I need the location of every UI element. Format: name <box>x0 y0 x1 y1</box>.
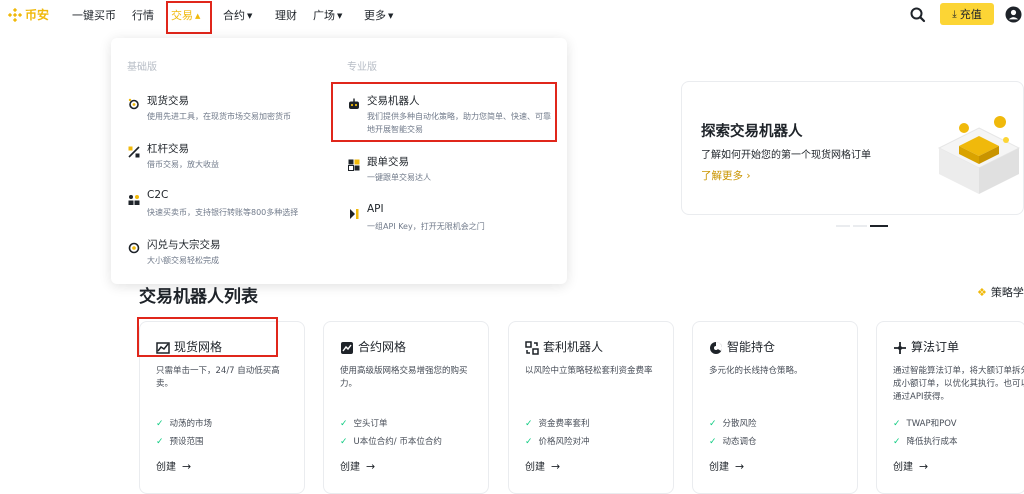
check-icon: ✓ <box>156 437 164 447</box>
check-icon: ✓ <box>340 437 348 447</box>
nav-item-more[interactable]: 更多 ▼ <box>364 7 393 23</box>
menu-item-api[interactable]: API 一组API Key，打开无限机会之门 <box>348 203 558 233</box>
arrow-right-icon: → <box>182 460 192 473</box>
nav-item-futures[interactable]: 合约 ▼ <box>223 7 252 23</box>
chevron-down-icon: ▼ <box>337 12 343 20</box>
spot-icon <box>128 95 140 110</box>
binance-logo-icon <box>8 7 22 22</box>
user-circle-icon[interactable] <box>1005 6 1022 23</box>
highlight-box-trade <box>166 1 212 34</box>
bot-cube-illustration <box>934 106 1024 196</box>
create-button[interactable]: 创建 → <box>156 458 191 473</box>
futures-grid-icon <box>340 340 354 354</box>
binance-logo[interactable]: 币安 <box>8 6 49 23</box>
chevron-right-icon: › <box>746 170 751 182</box>
menu-item-margin[interactable]: 杠杆交易 借币交易，放大收益 <box>128 141 338 171</box>
check-icon: ✓ <box>525 437 533 447</box>
deposit-button[interactable]: ⤓ 充值 <box>940 3 994 25</box>
nav-item-markets[interactable]: 行情 <box>132 7 154 23</box>
basic-section-title: 基础版 <box>127 62 157 73</box>
create-button[interactable]: 创建 → <box>893 458 928 473</box>
check-icon: ✓ <box>340 419 348 429</box>
carousel-dot-active[interactable] <box>870 225 888 227</box>
strategy-icon: ❖ <box>977 286 987 299</box>
check-icon: ✓ <box>525 419 533 429</box>
section-title: 交易机器人列表 <box>139 287 258 307</box>
search-icon[interactable] <box>910 7 926 23</box>
create-button[interactable]: 创建 → <box>525 458 560 473</box>
nav-item-square[interactable]: 广场 ▼ <box>313 7 342 23</box>
algo-order-icon <box>893 340 907 354</box>
bot-card-arbitrage[interactable]: 套利机器人 以风险中立策略轻松套利资金费率 ✓ 资金费率套利 ✓ 价格风险对冲 创建… <box>508 321 674 494</box>
promo-title: 探索交易机器人 <box>701 124 803 140</box>
arrow-right-icon: → <box>366 460 376 473</box>
check-icon: ✓ <box>893 437 901 447</box>
check-icon: ✓ <box>156 419 164 429</box>
menu-item-c2c[interactable]: C2C 快速买卖币，支持银行转账等800多种选择 <box>128 189 338 219</box>
c2c-icon <box>128 191 140 205</box>
convert-icon <box>128 239 140 254</box>
promo-desc: 了解如何开始您的第一个现货网格订单 <box>701 150 871 161</box>
chevron-down-icon: ▼ <box>247 12 253 20</box>
carousel-dot[interactable] <box>853 225 867 227</box>
check-icon: ✓ <box>893 419 901 429</box>
highlight-box-trading-bots <box>331 82 557 142</box>
strategy-link[interactable]: ❖ 策略学 <box>977 284 1024 300</box>
create-button[interactable]: 创建 → <box>709 458 744 473</box>
api-icon <box>348 205 360 219</box>
create-button[interactable]: 创建 → <box>340 458 375 473</box>
margin-icon <box>128 143 140 158</box>
arrow-right-icon: → <box>919 460 929 473</box>
copy-trading-icon <box>348 156 360 171</box>
nav-item-earn[interactable]: 理财 <box>275 7 297 23</box>
check-icon: ✓ <box>709 419 717 429</box>
top-nav: 币安 一键买币 行情 交易 ▲ 合约 ▼ 理财 广场 ▼ 更多 ▼ ⤓ 充值 <box>0 0 1024 34</box>
bot-card-futures-grid[interactable]: 合约网格 使用高级版网格交易增强您的购买力。 ✓ 空头订单 ✓ U本位合约/ 币本位… <box>323 321 489 494</box>
chevron-down-icon: ▼ <box>388 12 394 20</box>
logo-text: 币安 <box>25 8 50 22</box>
carousel-dots <box>836 225 888 228</box>
check-icon: ✓ <box>709 437 717 447</box>
nav-item-buy-crypto[interactable]: 一键买币 <box>72 7 116 23</box>
menu-item-spot[interactable]: 现货交易 使用先进工具，在现货市场交易加密货币 <box>128 93 338 123</box>
arrow-right-icon: → <box>551 460 561 473</box>
promo-card[interactable]: 探索交易机器人 了解如何开始您的第一个现货网格订单 了解更多 › <box>681 81 1024 215</box>
arbitrage-icon <box>525 340 539 355</box>
arrow-right-icon: → <box>735 460 745 473</box>
trade-dropdown-menu: 基础版 专业版 现货交易 使用先进工具，在现货市场交易加密货币 杠杆交易 借币交… <box>111 38 567 284</box>
learn-more-link[interactable]: 了解更多 › <box>701 168 751 183</box>
bot-card-rebalance[interactable]: 智能持仓 多元化的长线持仓策略。 ✓ 分散风险 ✓ 动态调仓 创建 → <box>692 321 858 494</box>
carousel-dot[interactable] <box>836 225 850 227</box>
download-icon: ⤓ <box>952 8 957 20</box>
menu-item-convert[interactable]: 闪兑与大宗交易 大小额交易轻松完成 <box>128 237 338 267</box>
bot-card-algo-order[interactable]: 算法订单 通过智能算法订单，将大额订单拆分成小额订单，以优化其执行。也可以通过A… <box>876 321 1024 494</box>
menu-item-copy-trading[interactable]: 跟单交易 一键跟单交易达人 <box>348 154 558 184</box>
highlight-box-spot-grid <box>137 317 278 357</box>
rebalance-icon <box>709 340 723 354</box>
deposit-label: 充值 <box>959 8 982 21</box>
pro-section-title: 专业版 <box>347 62 377 73</box>
